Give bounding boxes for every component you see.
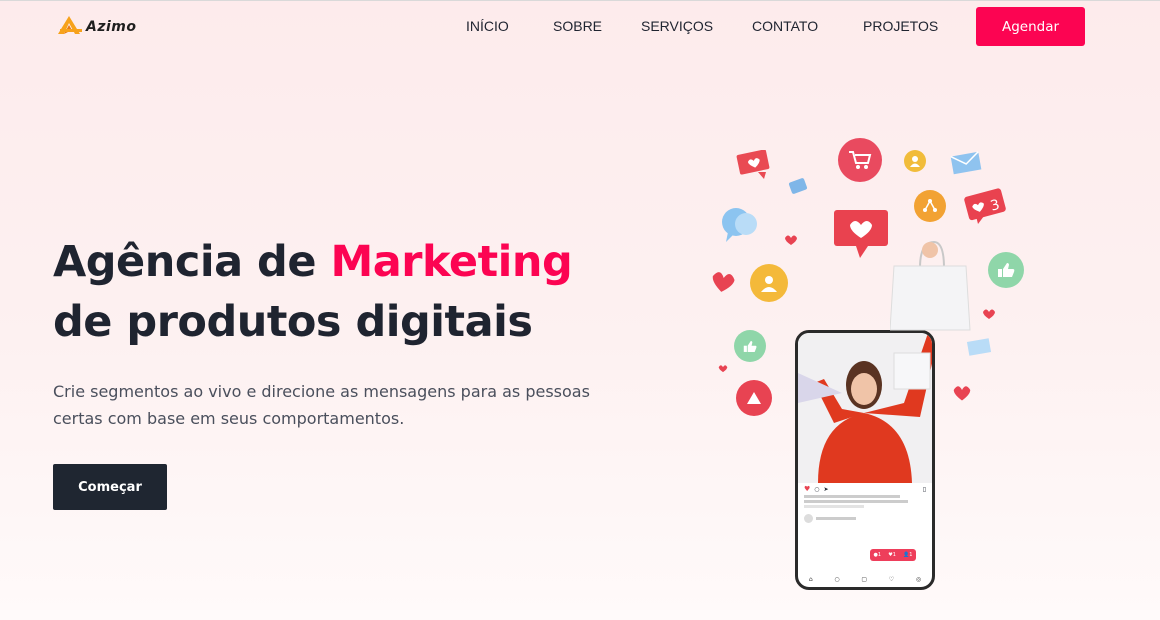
post-actions: ♥ ○ ➤ ▯ bbox=[804, 485, 926, 523]
notif-followers: 👤1 bbox=[903, 552, 913, 558]
site-header: Azimo INÍCIO SOBRE SERVIÇOS CONTATO PROJ… bbox=[0, 0, 1160, 54]
comment-icon[interactable]: ○ bbox=[814, 486, 819, 493]
schedule-button[interactable]: Agendar bbox=[976, 7, 1085, 46]
big-heart-bubble-icon bbox=[834, 210, 888, 258]
hero-title-line2: de produtos digitais bbox=[53, 297, 533, 347]
phone-mockup: ♥ ○ ➤ ▯ ●1 ♥1 👤1 ⌂ ○ ▢ ♡ ◎ bbox=[795, 330, 935, 590]
bookmark-icon[interactable]: ▯ bbox=[923, 486, 926, 493]
home-icon[interactable]: ⌂ bbox=[809, 576, 813, 583]
profile-tab-icon[interactable]: ◎ bbox=[916, 576, 921, 583]
logo-mark-icon bbox=[58, 16, 82, 34]
hero-illustration: 3 ♥ ○ ➤ ▯ ●1 ♥1 👤1 ⌂ ○ ▢ ♡ ◎ bbox=[700, 130, 1040, 600]
nav-link-sobre[interactable]: SOBRE bbox=[553, 18, 602, 34]
post-caption-placeholder bbox=[804, 495, 926, 508]
small-heart-icon bbox=[785, 235, 797, 245]
add-icon[interactable]: ▢ bbox=[861, 576, 867, 583]
nav-link-inicio[interactable]: INÍCIO bbox=[466, 18, 509, 34]
brand-name: Azimo bbox=[86, 19, 137, 35]
nav-link-servicos[interactable]: SERVIÇOS bbox=[641, 18, 713, 34]
thumbs-bubble-icon bbox=[966, 338, 992, 356]
small-heart-icon-2 bbox=[983, 309, 995, 319]
heart-icon-2 bbox=[953, 386, 971, 401]
notif-likes: ♥1 bbox=[888, 552, 896, 558]
phone-tab-bar: ⌂ ○ ▢ ♡ ◎ bbox=[798, 573, 932, 585]
search-icon[interactable]: ○ bbox=[834, 576, 839, 583]
heart-bubble-icon bbox=[736, 150, 770, 179]
send-icon[interactable]: ➤ bbox=[824, 486, 829, 493]
nav-link-projetos[interactable]: PROJETOS bbox=[863, 18, 938, 34]
nav-link-contato[interactable]: CONTATO bbox=[752, 18, 818, 34]
cart-icon bbox=[838, 138, 882, 182]
hero-title: Agência de Marketing de produtos digitai… bbox=[53, 232, 573, 352]
comment-avatar bbox=[804, 514, 813, 523]
notif-comments: ●1 bbox=[873, 552, 882, 558]
hero-subtitle: Crie segmentos ao vivo e direcione as me… bbox=[53, 382, 590, 428]
post-photo bbox=[798, 333, 932, 483]
user-icon bbox=[904, 150, 926, 172]
start-button[interactable]: Começar bbox=[53, 464, 167, 510]
share-icon bbox=[914, 190, 946, 222]
small-heart-icon-3 bbox=[718, 365, 728, 373]
chat-bubbles-icon bbox=[722, 208, 757, 242]
hero-title-accent: Marketing bbox=[330, 237, 573, 287]
shopping-bag-icon bbox=[890, 240, 971, 331]
mail-icon bbox=[950, 151, 982, 175]
notification-badge: ●1 ♥1 👤1 bbox=[870, 549, 916, 561]
hero-title-part1: Agência de bbox=[53, 237, 331, 287]
activity-icon[interactable]: ♡ bbox=[889, 576, 894, 583]
like-circle-icon bbox=[734, 330, 766, 362]
thumbs-up-icon bbox=[988, 252, 1024, 288]
like-bubble-icon bbox=[788, 178, 808, 194]
warning-icon bbox=[736, 380, 772, 416]
like-icon[interactable]: ♥ bbox=[804, 485, 810, 493]
brand-logo[interactable]: Azimo bbox=[56, 14, 137, 36]
heart-icon bbox=[712, 272, 735, 292]
heart-counter-icon: 3 bbox=[964, 188, 1006, 224]
profile-icon bbox=[750, 264, 788, 302]
